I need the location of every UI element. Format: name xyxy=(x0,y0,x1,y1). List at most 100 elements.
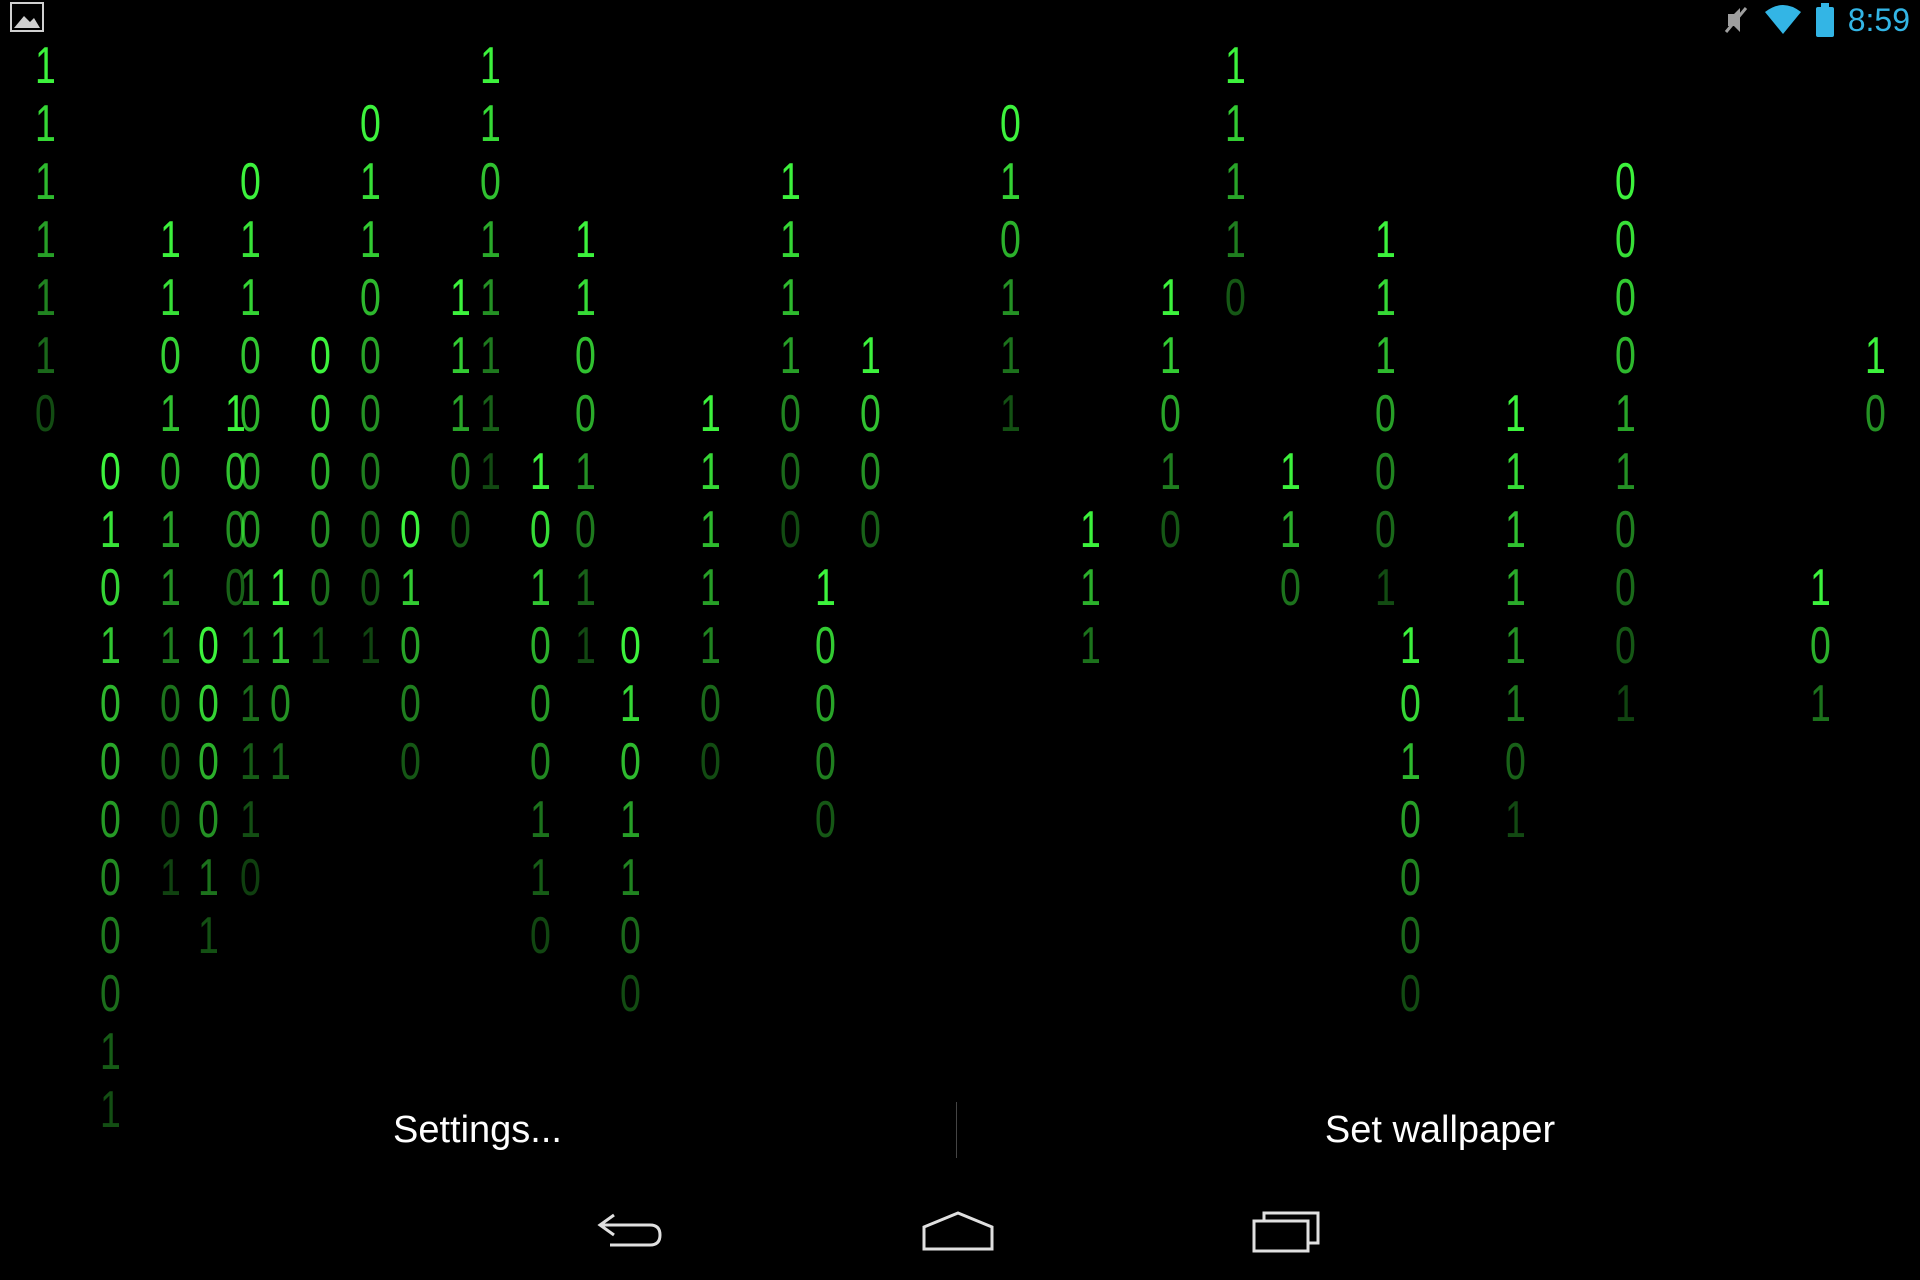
wallpaper-digit: 0 xyxy=(310,327,331,385)
wallpaper-digit: 1 xyxy=(1400,617,1421,675)
wallpaper-digit: 1 xyxy=(620,791,641,849)
wallpaper-digit: 0 xyxy=(1400,849,1421,907)
wallpaper-digit: 1 xyxy=(360,617,381,675)
wallpaper-digit: 1 xyxy=(310,617,331,675)
wallpaper-digit: 1 xyxy=(1400,733,1421,791)
wallpaper-digit: 1 xyxy=(270,559,291,617)
wallpaper-digit: 0 xyxy=(360,501,381,559)
wallpaper-digit: 1 xyxy=(400,559,421,617)
wallpaper-digit: 0 xyxy=(160,791,181,849)
wallpaper-digit: 0 xyxy=(450,501,471,559)
wallpaper-digit: 0 xyxy=(1400,907,1421,965)
wallpaper-digit: 0 xyxy=(310,385,331,443)
wallpaper-digit: 1 xyxy=(160,501,181,559)
wallpaper-digit: 1 xyxy=(360,153,381,211)
wallpaper-digit: 1 xyxy=(35,153,56,211)
wallpaper-action-bar: Settings... Set wallpaper xyxy=(0,1078,1920,1182)
wallpaper-digit: 0 xyxy=(400,501,421,559)
wallpaper-digit: 0 xyxy=(700,675,721,733)
wallpaper-digit: 1 xyxy=(1505,617,1526,675)
wallpaper-digit: 0 xyxy=(1280,559,1301,617)
wallpaper-digit: 0 xyxy=(815,791,836,849)
wallpaper-digit: 1 xyxy=(160,849,181,907)
wallpaper-digit: 0 xyxy=(1000,95,1021,153)
wallpaper-digit: 1 xyxy=(35,327,56,385)
wallpaper-digit: 1 xyxy=(240,559,261,617)
wallpaper-digit: 0 xyxy=(530,501,551,559)
wallpaper-digit: 1 xyxy=(815,559,836,617)
status-clock: 8:59 xyxy=(1847,1,1910,38)
wallpaper-digit: 1 xyxy=(1375,211,1396,269)
wallpaper-digit: 1 xyxy=(360,211,381,269)
wallpaper-digit: 0 xyxy=(1160,501,1181,559)
wallpaper-digit: 0 xyxy=(1400,965,1421,1023)
wallpaper-digit: 0 xyxy=(100,791,121,849)
wallpaper-digit: 0 xyxy=(1400,791,1421,849)
navigation-bar xyxy=(0,1182,1920,1280)
wallpaper-digit: 1 xyxy=(240,791,261,849)
home-button[interactable] xyxy=(898,1196,1018,1266)
wallpaper-digit: 1 xyxy=(700,501,721,559)
wallpaper-digit: 1 xyxy=(620,849,641,907)
wallpaper-digit: 1 xyxy=(480,37,501,95)
wallpaper-digit: 0 xyxy=(860,501,881,559)
wallpaper-digit: 0 xyxy=(198,617,219,675)
wallpaper-digit: 1 xyxy=(575,559,596,617)
wallpaper-digit: 0 xyxy=(240,501,261,559)
wallpaper-digit: 1 xyxy=(1280,501,1301,559)
wallpaper-digit: 0 xyxy=(1000,211,1021,269)
wallpaper-digit: 1 xyxy=(1225,37,1246,95)
recent-apps-icon xyxy=(1252,1211,1320,1253)
wallpaper-digit: 1 xyxy=(240,733,261,791)
wallpaper-digit: 1 xyxy=(35,211,56,269)
wallpaper-digit: 1 xyxy=(480,269,501,327)
settings-button[interactable]: Settings... xyxy=(0,1078,955,1182)
back-button[interactable] xyxy=(570,1196,690,1266)
wallpaper-digit: 1 xyxy=(1225,153,1246,211)
wallpaper-digit: 1 xyxy=(780,269,801,327)
wallpaper-digit: 1 xyxy=(270,617,291,675)
wallpaper-digit: 1 xyxy=(1615,443,1636,501)
wallpaper-digit: 0 xyxy=(100,907,121,965)
wallpaper-digit: 0 xyxy=(620,965,641,1023)
gallery-notification-icon[interactable] xyxy=(10,2,44,32)
wallpaper-digit: 1 xyxy=(160,385,181,443)
wallpaper-digit: 1 xyxy=(780,153,801,211)
wallpaper-digit: 0 xyxy=(160,443,181,501)
wallpaper-digit: 1 xyxy=(700,443,721,501)
wallpaper-digit: 0 xyxy=(530,907,551,965)
recent-apps-button[interactable] xyxy=(1226,1196,1346,1266)
wallpaper-digit: 1 xyxy=(620,675,641,733)
status-bar: 8:59 xyxy=(0,0,1920,40)
wallpaper-digit: 0 xyxy=(1615,211,1636,269)
wallpaper-digit: 1 xyxy=(1615,385,1636,443)
wallpaper-digit: 1 xyxy=(480,95,501,153)
wallpaper-digit: 1 xyxy=(1865,327,1886,385)
battery-icon xyxy=(1815,3,1834,37)
wallpaper-digit: 0 xyxy=(1615,327,1636,385)
wallpaper-digit: 1 xyxy=(240,617,261,675)
wallpaper-digit: 0 xyxy=(1375,501,1396,559)
wallpaper-digit: 0 xyxy=(240,153,261,211)
wallpaper-digit: 1 xyxy=(530,791,551,849)
wallpaper-digit: 0 xyxy=(100,733,121,791)
wallpaper-digit: 1 xyxy=(575,443,596,501)
wallpaper-digit: 1 xyxy=(530,849,551,907)
wallpaper-digit: 0 xyxy=(1615,269,1636,327)
wallpaper-digit: 1 xyxy=(1080,559,1101,617)
wallpaper-digit: 1 xyxy=(1160,443,1181,501)
wallpaper-digit: 0 xyxy=(270,675,291,733)
wallpaper-digit: 1 xyxy=(1000,327,1021,385)
wallpaper-digit: 0 xyxy=(700,733,721,791)
set-wallpaper-button[interactable]: Set wallpaper xyxy=(960,1078,1920,1182)
wallpaper-digit: 1 xyxy=(450,327,471,385)
wallpaper-digit: 1 xyxy=(35,269,56,327)
button-divider xyxy=(956,1102,957,1158)
wallpaper-digit: 1 xyxy=(1000,153,1021,211)
wallpaper-digit: 1 xyxy=(100,1023,121,1081)
wallpaper-digit: 0 xyxy=(1505,733,1526,791)
wallpaper-digit: 1 xyxy=(1505,443,1526,501)
wallpaper-digit: 1 xyxy=(100,501,121,559)
wallpaper-digit: 1 xyxy=(575,269,596,327)
wallpaper-digit: 1 xyxy=(480,211,501,269)
